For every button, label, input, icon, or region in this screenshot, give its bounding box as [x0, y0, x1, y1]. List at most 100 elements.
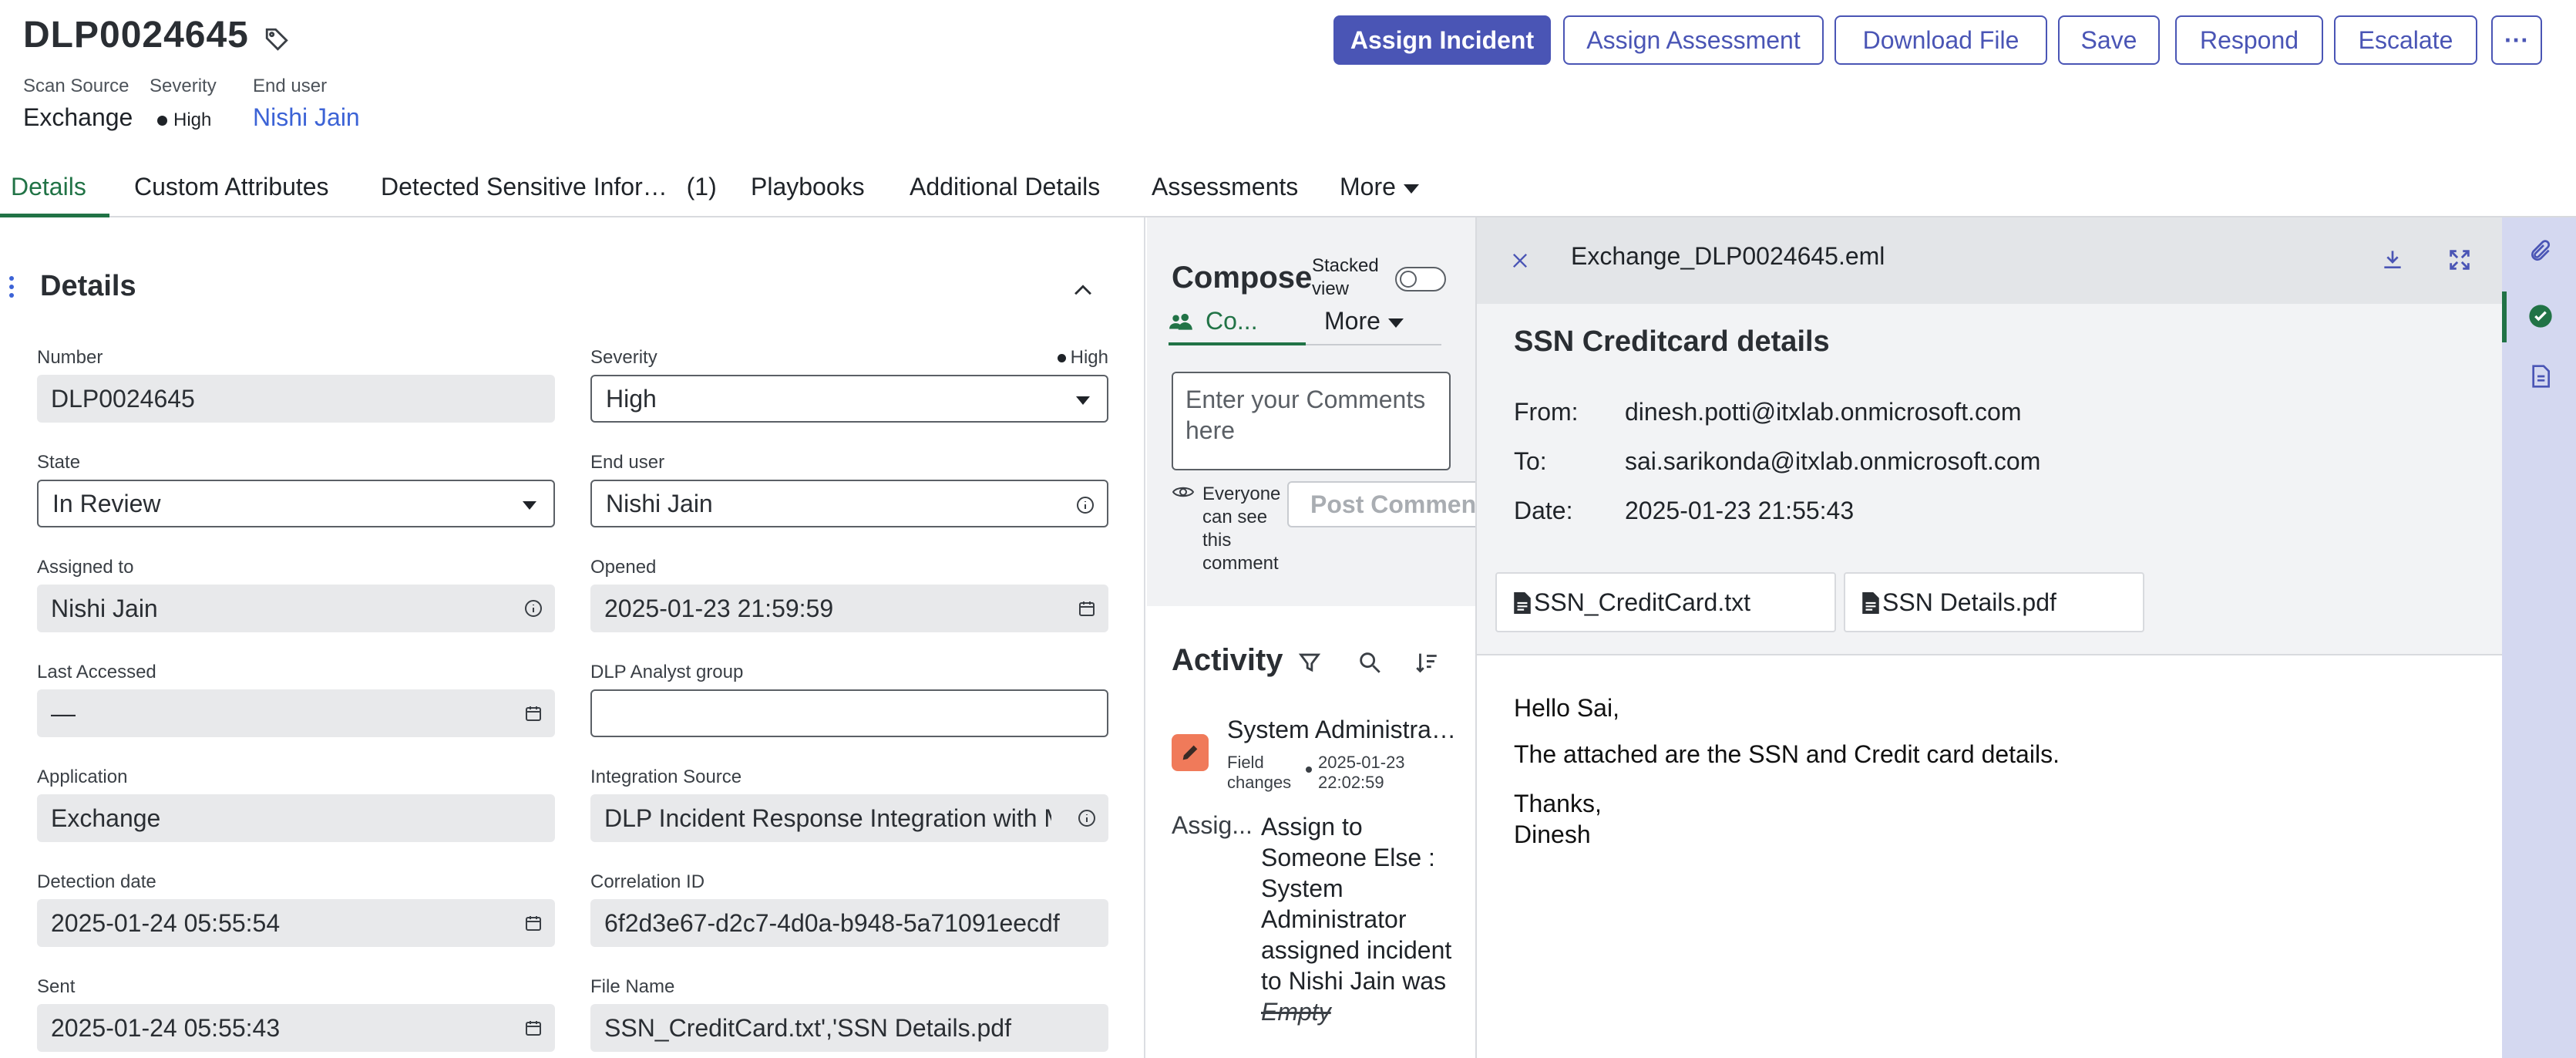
opened-label: Opened	[590, 557, 657, 578]
assign-incident-button[interactable]: Assign Incident	[1333, 15, 1551, 65]
end-user-field[interactable]: Nishi Jain	[590, 480, 1108, 527]
collapse-chevron-icon[interactable]	[1070, 278, 1096, 304]
pencil-icon	[1182, 745, 1198, 760]
body-greeting: Hello Sai,	[1514, 694, 1619, 722]
assign-assessment-button[interactable]: Assign Assessment	[1563, 15, 1824, 65]
comment-input[interactable]: Enter your Comments here	[1172, 372, 1451, 470]
tab-detected-count: (1)	[686, 173, 717, 200]
end-user-link[interactable]: Nishi Jain	[253, 103, 360, 132]
users-icon	[1169, 313, 1192, 330]
compose-title: Compose	[1172, 261, 1313, 295]
calendar-icon[interactable]	[524, 1019, 543, 1037]
to-value: sai.sarikonda@itxlab.onmicrosoft.com	[1625, 447, 2041, 475]
end-user-label: End user	[590, 452, 665, 473]
tab-comments[interactable]: Co...	[1169, 307, 1306, 345]
attachment-chip[interactable]: SSN Details.pdf	[1844, 572, 2144, 632]
body-text: The attached are the SSN and Credit card…	[1514, 740, 2060, 768]
calendar-icon[interactable]	[524, 914, 543, 932]
body-signature: Dinesh	[1514, 820, 1591, 848]
search-icon[interactable]	[1357, 649, 1383, 676]
info-icon[interactable]	[1076, 496, 1095, 514]
number-label: Number	[37, 347, 103, 368]
tab-assessments[interactable]: Assessments	[1152, 173, 1298, 201]
activity-time: 2025-01-23 22:02:59	[1318, 753, 1405, 792]
dlp-analyst-group-label: DLP Analyst group	[590, 662, 744, 682]
date-value: 2025-01-23 21:55:43	[1625, 497, 1855, 524]
state-select[interactable]: In Review	[37, 480, 555, 527]
filter-icon[interactable]	[1296, 649, 1323, 676]
scan-source-label: Scan Source	[23, 76, 129, 96]
email-viewer: Exchange_DLP0024645.eml SSN Creditcard d…	[1475, 217, 2504, 1058]
info-icon[interactable]	[524, 599, 543, 618]
assigned-to-field: Nishi Jain	[37, 585, 555, 632]
viewer-file-name: Exchange_DLP0024645.eml	[1571, 242, 1885, 270]
more-actions-button[interactable]: ···	[2491, 15, 2542, 65]
download-file-button[interactable]: Download File	[1834, 15, 2047, 65]
activity-title: Activity	[1172, 643, 1283, 677]
page-title: DLP0024645	[23, 15, 249, 56]
record-tabs: Details Custom Attributes Detected Sensi…	[0, 159, 2576, 217]
tab-compose-more[interactable]: More	[1306, 307, 1441, 345]
file-name-field: SSN_CreditCard.txt','SSN Details.pdf	[590, 1004, 1108, 1052]
last-accessed-field: —	[37, 689, 555, 737]
respond-button[interactable]: Respond	[2175, 15, 2323, 65]
escalate-button[interactable]: Escalate	[2334, 15, 2477, 65]
old-value: Empty	[1261, 998, 1331, 1026]
drag-handle-icon[interactable]	[9, 276, 14, 302]
compose-panel: Compose Stacked view Co... More Enter yo…	[1147, 217, 1488, 1058]
visibility-note: Everyone can see this comment	[1202, 484, 1281, 574]
chevron-down-icon	[1403, 184, 1419, 194]
correlation-id-label: Correlation ID	[590, 871, 705, 892]
stacked-view-label: Stacked view	[1312, 255, 1379, 299]
severity-select[interactable]: High	[590, 375, 1108, 423]
assigned-to-label: Assigned to	[37, 557, 134, 578]
severity-dot-icon	[157, 116, 167, 126]
calendar-icon[interactable]	[524, 704, 543, 723]
sort-icon[interactable]	[1414, 649, 1440, 676]
dlp-analyst-group-field[interactable]	[590, 689, 1108, 737]
chevron-down-icon	[523, 501, 536, 510]
info-icon[interactable]	[1078, 809, 1096, 827]
tab-additional-details[interactable]: Additional Details	[910, 173, 1100, 201]
edit-avatar	[1172, 734, 1209, 771]
right-rail	[2502, 217, 2576, 1058]
correlation-id-field: 6f2d3e67-d2c7-4d0a-b948-5a71091eecdf	[590, 899, 1108, 947]
document-icon	[1862, 592, 1879, 614]
compose-section: Compose Stacked view Co... More Enter yo…	[1147, 217, 1488, 606]
detection-date-field: 2025-01-24 05:55:54	[37, 899, 555, 947]
tab-more[interactable]: More	[1340, 173, 1419, 201]
separator-dot	[1306, 767, 1312, 773]
tab-details[interactable]: Details	[11, 173, 86, 201]
opened-field: 2025-01-23 21:59:59	[590, 585, 1108, 632]
download-icon[interactable]	[2380, 247, 2405, 271]
tab-detected-sensitive-info[interactable]: Detected Sensitive Infor… (1)	[381, 173, 717, 201]
viewer-toolbar: Exchange_DLP0024645.eml	[1477, 217, 2504, 304]
last-accessed-label: Last Accessed	[37, 662, 156, 682]
severity-dot-icon	[1057, 354, 1066, 363]
record-header: DLP0024645 Scan Source Exchange Severity…	[0, 0, 2576, 154]
post-comment-button[interactable]: Post Comment	[1287, 481, 1488, 527]
stacked-view-toggle[interactable]	[1395, 267, 1446, 291]
end-user-label: End user	[253, 76, 328, 96]
severity-indicator: High	[1057, 347, 1108, 369]
sent-field: 2025-01-24 05:55:43	[37, 1004, 555, 1052]
detection-date-label: Detection date	[37, 871, 156, 892]
paperclip-icon[interactable]	[2528, 239, 2553, 264]
close-icon[interactable]	[1509, 250, 1531, 271]
activity-field-key: Assig...	[1172, 811, 1253, 839]
tab-more-label: More	[1340, 173, 1396, 200]
expand-icon[interactable]	[2447, 247, 2473, 273]
document-icon[interactable]	[2528, 364, 2553, 389]
calendar-icon[interactable]	[1078, 599, 1096, 618]
activity-author: System Administrator	[1227, 716, 1458, 743]
tab-custom-attributes[interactable]: Custom Attributes	[134, 173, 329, 201]
state-label: State	[37, 452, 81, 473]
tab-playbooks[interactable]: Playbooks	[751, 173, 865, 201]
tab-detected-label: Detected Sensitive Infor…	[381, 173, 668, 200]
save-button[interactable]: Save	[2058, 15, 2160, 65]
check-circle-icon[interactable]	[2528, 304, 2553, 329]
tag-icon[interactable]	[264, 26, 290, 52]
from-label: From:	[1514, 398, 1579, 426]
attachment-chip[interactable]: SSN_CreditCard.txt	[1495, 572, 1836, 632]
chevron-down-icon	[1076, 396, 1090, 405]
